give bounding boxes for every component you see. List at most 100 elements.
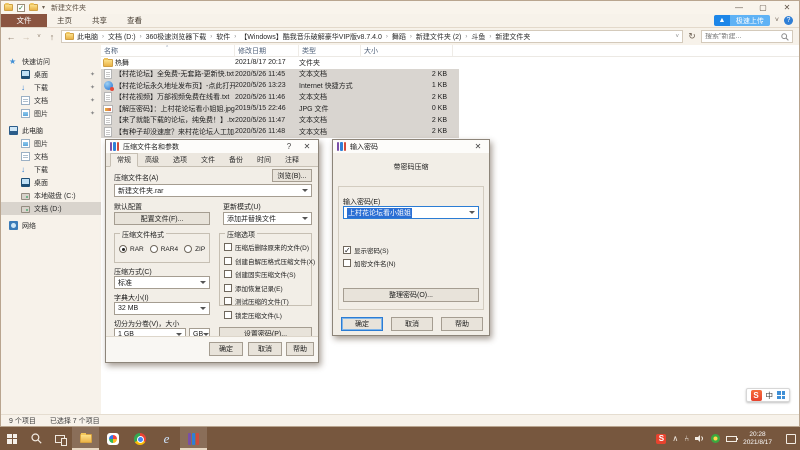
menu-share[interactable]: 共享: [82, 14, 117, 27]
sidebar-item-documents[interactable]: 文档: [1, 150, 101, 163]
crumb-drive-d[interactable]: 文档 (D:): [108, 32, 136, 42]
sogou-icon[interactable]: S: [751, 390, 762, 401]
help-button[interactable]: 帮助: [286, 342, 314, 356]
sidebar-item-desktop[interactable]: 桌面: [1, 176, 101, 189]
close-button[interactable]: ✕: [775, 1, 799, 14]
tab-options[interactable]: 选项: [166, 153, 194, 166]
taskbar-internet-explorer[interactable]: e: [153, 427, 180, 450]
tab-advanced[interactable]: 高级: [138, 153, 166, 166]
radio-rar4[interactable]: RAR4: [150, 245, 178, 253]
qat-dropdown-icon[interactable]: ▾: [42, 4, 45, 11]
column-size[interactable]: 大小: [361, 45, 453, 56]
tab-general[interactable]: 常规: [110, 153, 138, 167]
refresh-icon[interactable]: ↻: [686, 31, 698, 42]
table-row[interactable]: 【解压密码】：上村花论坛看小姐姐.jpg 2019/5/15 22:46 JPG…: [101, 103, 459, 115]
sidebar-item-downloads-pinned[interactable]: ↓下载✦: [1, 81, 101, 94]
search-box[interactable]: [701, 30, 793, 43]
crumb-newfolder[interactable]: 新建文件夹: [495, 32, 530, 42]
360-tray-icon[interactable]: [711, 434, 720, 443]
checkbox-delete-files[interactable]: 压缩后删除原来的文件(D): [224, 242, 315, 252]
back-icon[interactable]: ←: [5, 32, 17, 42]
dialog-close-icon[interactable]: ✕: [300, 142, 314, 151]
up-icon[interactable]: ↑: [46, 32, 58, 42]
table-row[interactable]: 【村花视频】万部视频免费在线看.txt 2020/5/26 11:46 文本文档…: [101, 92, 459, 104]
checkbox-test[interactable]: 测试压缩的文件(T): [224, 296, 315, 306]
table-row[interactable]: 【有种子却没速度？来村花论坛人工加... 2020/5/26 11:48 文本文…: [101, 126, 459, 138]
checkbox-sfx[interactable]: 创建自解压格式压缩文件(X): [224, 256, 315, 266]
profile-button[interactable]: 配置文件(F)...: [114, 212, 210, 225]
checkbox-encrypt-names[interactable]: 加密文件名(N): [343, 258, 396, 268]
sidebar-item-this-pc[interactable]: 此电脑: [1, 124, 101, 137]
task-view-button[interactable]: [48, 427, 72, 450]
cloud-upload-button[interactable]: ▲ 极速上传: [714, 15, 770, 26]
crumb-software[interactable]: 软件: [216, 32, 230, 42]
checkbox-show-password[interactable]: 显示密码(S): [343, 245, 389, 255]
battery-icon[interactable]: [726, 436, 737, 442]
tab-comment[interactable]: 注释: [278, 153, 306, 166]
ime-mode[interactable]: 中: [766, 390, 774, 401]
tab-backup[interactable]: 备份: [222, 153, 250, 166]
sidebar-item-documents-d[interactable]: 文档 (D:): [1, 202, 101, 215]
password-input[interactable]: 上村花论坛看小姐姐: [343, 206, 479, 219]
help-icon[interactable]: ?: [784, 16, 793, 25]
browse-button[interactable]: 浏览(B)...: [272, 169, 312, 182]
checkbox-recovery[interactable]: 添加恢复记录(E): [224, 283, 315, 293]
crumb-douyu[interactable]: 斗鱼: [471, 32, 485, 42]
checkbox-lock[interactable]: 锁定压缩文件(L): [224, 310, 315, 320]
table-row[interactable]: 【村花论坛】全免费-无套路-更新快.txt 2020/5/26 11:45 文本…: [101, 69, 459, 81]
compression-method-select[interactable]: 标准: [114, 276, 210, 289]
column-type[interactable]: 类型: [299, 45, 361, 56]
tab-files[interactable]: 文件: [194, 153, 222, 166]
sidebar-item-downloads[interactable]: ↓下载: [1, 163, 101, 176]
taskbar-winrar[interactable]: [180, 427, 207, 450]
taskbar-360-safe[interactable]: [99, 427, 126, 450]
crumb-this-pc[interactable]: 此电脑: [77, 32, 98, 42]
hidden-icons-chevron[interactable]: ∧: [672, 434, 678, 443]
table-row[interactable]: 【来了就能下载的论坛，纯免费！】.txt 2020/5/26 11:47 文本文…: [101, 115, 459, 127]
new-folder-icon[interactable]: [29, 4, 38, 11]
dialog-help-icon[interactable]: ?: [282, 142, 296, 151]
minimize-button[interactable]: —: [727, 1, 751, 14]
menu-view[interactable]: 查看: [117, 14, 152, 27]
sidebar-item-documents-pinned[interactable]: 文档✦: [1, 94, 101, 107]
crumb-downloads-360[interactable]: 360极速浏览器下载: [146, 32, 207, 42]
history-dropdown-icon[interactable]: ˅: [35, 34, 43, 40]
collapse-ribbon-icon[interactable]: ˅: [775, 17, 779, 24]
dictionary-size-select[interactable]: 32 MB: [114, 302, 210, 315]
address-dropdown-icon[interactable]: ˅: [675, 34, 679, 40]
tab-time[interactable]: 时间: [250, 153, 278, 166]
sidebar-item-network[interactable]: 网络: [1, 219, 101, 232]
forward-icon[interactable]: →: [20, 32, 32, 42]
ok-button[interactable]: 确定: [209, 342, 243, 356]
volume-icon[interactable]: [695, 434, 705, 443]
taskbar-search-button[interactable]: [24, 427, 48, 450]
sidebar-item-quick-access[interactable]: ★快速访问: [1, 55, 101, 68]
search-input[interactable]: [705, 33, 781, 40]
taskbar-browser[interactable]: [126, 427, 153, 450]
maximize-button[interactable]: ▢: [751, 1, 775, 14]
dialog-close-icon[interactable]: ✕: [471, 142, 485, 151]
ime-toolbox-icon[interactable]: [777, 391, 785, 399]
cancel-button[interactable]: 取消: [391, 317, 433, 331]
help-button[interactable]: 帮助: [441, 317, 483, 331]
crumb-newfolder2[interactable]: 新建文件夹 (2): [416, 32, 462, 42]
cancel-button[interactable]: 取消: [248, 342, 282, 356]
organize-passwords-button[interactable]: 整理密码(O)...: [343, 288, 479, 302]
table-row[interactable]: 热舞 2021/8/17 20:17 文件夹: [101, 57, 459, 69]
breadcrumb[interactable]: 此电脑› 文档 (D:)› 360极速浏览器下载› 软件› 【Windows】酷…: [61, 30, 683, 43]
column-date-modified[interactable]: 修改日期: [235, 45, 299, 56]
sidebar-item-pictures[interactable]: 图片: [1, 137, 101, 150]
action-center-icon[interactable]: [786, 434, 796, 444]
sogou-tray-icon[interactable]: S: [656, 434, 666, 444]
update-mode-select[interactable]: 添加并替换文件: [223, 212, 312, 225]
sidebar-item-desktop-pinned[interactable]: 桌面✦: [1, 68, 101, 81]
crumb-dance[interactable]: 舞蹈: [392, 32, 406, 42]
crumb-kuwo[interactable]: 【Windows】酷我音乐破解豪华VIP版v8.7.4.0: [240, 32, 382, 42]
menu-home[interactable]: 主页: [47, 14, 82, 27]
clock[interactable]: 20:28 2021/8/17: [743, 431, 772, 447]
taskbar-file-explorer[interactable]: [72, 427, 99, 450]
start-button[interactable]: [0, 427, 24, 450]
checkbox-solid[interactable]: 创建固实压缩文件(S): [224, 269, 315, 279]
sidebar-item-pictures-pinned[interactable]: 图片✦: [1, 107, 101, 120]
menu-file[interactable]: 文件: [1, 14, 47, 27]
